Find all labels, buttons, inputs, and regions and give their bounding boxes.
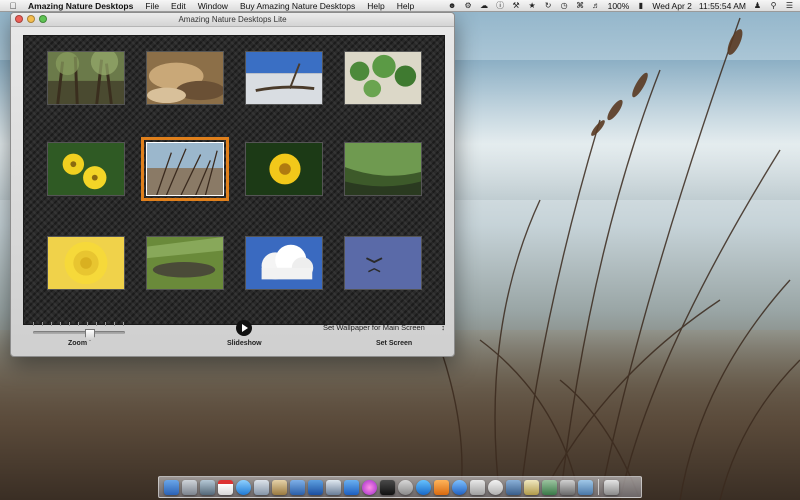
close-button[interactable]: [15, 15, 23, 23]
set-screen-label: Set Screen: [376, 340, 413, 347]
zoom-slider-ticks: [33, 322, 125, 326]
downloads-icon[interactable]: [578, 479, 593, 495]
thumbnail-dune-plants[interactable]: [344, 51, 422, 105]
status-wrench-icon[interactable]: ⚒: [512, 1, 521, 10]
menu-date[interactable]: Wed Apr 2: [652, 1, 692, 11]
flower-app-icon[interactable]: [362, 479, 377, 495]
trash-icon[interactable]: [604, 479, 619, 495]
calendar-icon[interactable]: [218, 479, 233, 495]
folder-icon[interactable]: [290, 479, 305, 495]
dock-separator: [598, 479, 599, 495]
thumbnail-clouds[interactable]: [245, 236, 323, 290]
image-capture-icon[interactable]: [506, 479, 521, 495]
zoom-window-button[interactable]: [39, 15, 47, 23]
dock: [158, 476, 642, 498]
menu-window[interactable]: Window: [198, 1, 228, 11]
menu-help-2[interactable]: Help: [397, 1, 414, 11]
thumbnail-gallery: [23, 35, 445, 325]
volume-icon[interactable]: ♬: [592, 1, 601, 10]
menu-file[interactable]: File: [145, 1, 159, 11]
photo-app-icon[interactable]: [200, 479, 215, 495]
screen-select[interactable]: Set Wallpaper for Main Screen ↕: [323, 321, 445, 333]
user-icon[interactable]: ♟: [753, 1, 762, 10]
status-clock-icon[interactable]: ◷: [560, 1, 569, 10]
thumbnail-alligator[interactable]: [146, 236, 224, 290]
battery-percent[interactable]: 100%: [608, 1, 630, 11]
status-cloud-icon[interactable]: ☁: [480, 1, 489, 10]
thumbnail-bird-sky[interactable]: [344, 236, 422, 290]
minimize-button[interactable]: [27, 15, 35, 23]
window-title: Amazing Nature Desktops Lite: [178, 15, 287, 24]
spotlight-icon[interactable]: ⚲: [769, 1, 778, 10]
menu-buy[interactable]: Buy Amazing Nature Desktops: [240, 1, 355, 11]
thumbnail-rock-cave[interactable]: [146, 51, 224, 105]
xcode-icon[interactable]: [308, 479, 323, 495]
status-info-icon[interactable]: ⓘ: [496, 1, 505, 10]
system-prefs-icon[interactable]: [398, 479, 413, 495]
status-bluetooth-icon[interactable]: ★: [528, 1, 537, 10]
thumbnail-yellow-flowers[interactable]: [47, 142, 125, 196]
menu-app-name[interactable]: Amazing Nature Desktops: [28, 1, 133, 11]
ibooks-icon[interactable]: [434, 479, 449, 495]
screen-select-value: Set Wallpaper for Main Screen: [323, 322, 425, 332]
slideshow-play-button[interactable]: [236, 320, 252, 336]
preview-icon[interactable]: [254, 479, 269, 495]
documents-icon[interactable]: [326, 479, 341, 495]
menu-help[interactable]: Help: [367, 1, 384, 11]
launchpad-icon[interactable]: [182, 479, 197, 495]
nature-app-icon[interactable]: [542, 479, 557, 495]
utility-icon[interactable]: [560, 479, 575, 495]
thumbnail-mangrove[interactable]: [47, 51, 125, 105]
monitor-icon[interactable]: [470, 479, 485, 495]
thumbnail-green-leaf[interactable]: [344, 142, 422, 196]
status-gear-icon[interactable]: ⚙: [464, 1, 473, 10]
thumbnail-yellow-rose[interactable]: [47, 236, 125, 290]
thumbnail-sea-oats[interactable]: [141, 137, 229, 201]
menu-edit[interactable]: Edit: [171, 1, 186, 11]
safari-icon[interactable]: [236, 479, 251, 495]
bottom-controls: Zoom Slideshow Set Wallpaper for Main Sc…: [23, 320, 445, 357]
terminal-icon[interactable]: [380, 479, 395, 495]
battery-icon[interactable]: ▮: [636, 1, 645, 10]
menu-time[interactable]: 11:55:54 AM: [699, 1, 746, 11]
notification-center-icon[interactable]: ☰: [785, 1, 794, 10]
status-face-icon[interactable]: ☻: [448, 1, 457, 10]
app-window: Amazing Nature Desktops Lite Zoom Slides…: [10, 12, 455, 357]
wifi-icon[interactable]: ⌘: [576, 1, 585, 10]
menu-bar:  Amazing Nature Desktops File Edit Wind…: [0, 0, 800, 12]
itunes-icon[interactable]: [416, 479, 431, 495]
notes-icon[interactable]: [524, 479, 539, 495]
thumbnail-driftwood[interactable]: [245, 51, 323, 105]
window-titlebar[interactable]: Amazing Nature Desktops Lite: [11, 13, 454, 27]
mail-icon[interactable]: [272, 479, 287, 495]
finder-icon[interactable]: [164, 479, 179, 495]
zoom-slider[interactable]: [33, 329, 125, 341]
thumbnail-yellow-daisy[interactable]: [245, 142, 323, 196]
zoom-label: Zoom: [68, 340, 88, 347]
info-app-icon[interactable]: [488, 479, 503, 495]
select-arrows-icon: ↕: [441, 322, 445, 332]
status-sync-icon[interactable]: ↻: [544, 1, 553, 10]
slideshow-label: Slideshow: [227, 340, 262, 347]
apple-menu-icon[interactable]: : [8, 1, 18, 11]
app-store-icon[interactable]: [344, 479, 359, 495]
app-store-2-icon[interactable]: [452, 479, 467, 495]
